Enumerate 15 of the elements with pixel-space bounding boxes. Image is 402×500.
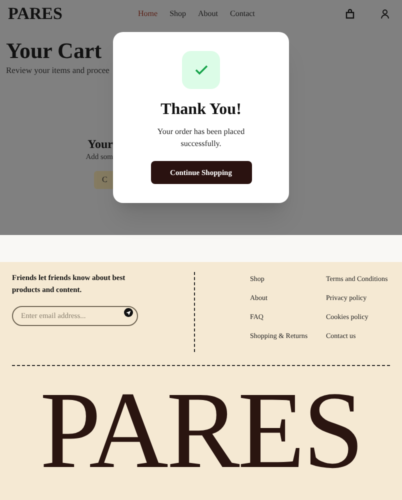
logo[interactable]: PARES bbox=[8, 1, 138, 27]
nav-link[interactable]: Contact bbox=[230, 8, 255, 20]
page-subtitle: Review your items and procee bbox=[6, 64, 110, 76]
footer-wordmark: PARES bbox=[40, 380, 362, 480]
shop-button[interactable]: C bbox=[94, 171, 113, 189]
dialog-title: Thank You! bbox=[160, 100, 242, 120]
page-title: Your Cart bbox=[6, 38, 103, 64]
empty-cart-title: Your bbox=[88, 136, 113, 152]
nav-link[interactable]: About bbox=[198, 8, 218, 20]
nav-link[interactable]: Shop bbox=[170, 8, 186, 20]
user-icon[interactable] bbox=[380, 9, 390, 19]
send-icon[interactable] bbox=[124, 308, 133, 316]
shopping-bag-icon[interactable] bbox=[345, 9, 355, 19]
checkmark-icon bbox=[194, 65, 208, 75]
dialog-message: Your order has been placed successfully. bbox=[156, 126, 246, 149]
